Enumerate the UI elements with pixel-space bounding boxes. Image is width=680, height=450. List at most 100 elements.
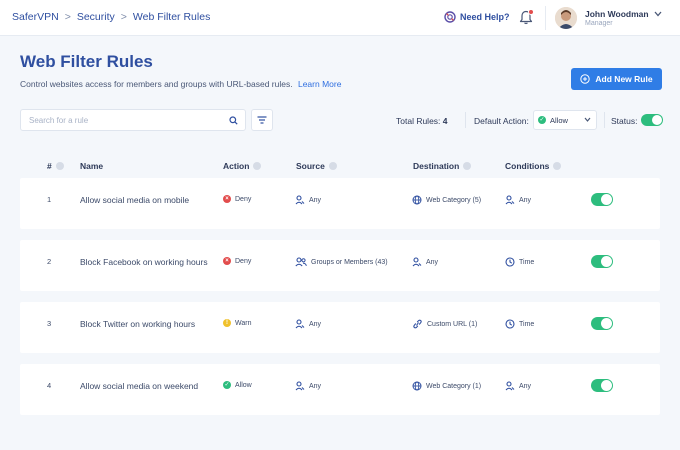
rule-condition: Any (505, 195, 531, 205)
rule-source-label: Any (309, 320, 322, 328)
user-icon (295, 319, 305, 329)
rule-destination-label: Web Category (5) (426, 196, 482, 204)
rule-condition-label: Any (519, 196, 532, 204)
rule-destination: Any (412, 257, 438, 267)
rule-condition-label: Any (519, 382, 532, 390)
page-title: Web Filter Rules (20, 52, 153, 71)
rule-action: × Deny (223, 257, 251, 265)
rule-destination: Web Category (5) (412, 195, 481, 205)
check-circle-icon: ✓ (538, 116, 546, 124)
column-header-label: Destination (413, 161, 460, 171)
info-icon (55, 162, 64, 170)
rule-destination: Web Category (1) (412, 381, 481, 391)
rule-condition-label: Time (519, 320, 535, 328)
info-icon (253, 162, 262, 170)
total-rules: Total Rules: 4 (396, 116, 448, 126)
info-icon (553, 162, 562, 170)
default-action-select[interactable]: ✓ Allow (533, 110, 597, 130)
user-role: Manager (585, 20, 613, 27)
breadcrumb-separator: > (120, 11, 127, 23)
table-row[interactable]: 2 Block Facebook on working hours × Deny… (20, 240, 660, 291)
learn-more-link[interactable]: Learn More (298, 79, 341, 89)
user-icon (505, 381, 515, 391)
column-header-destination[interactable]: Destination (413, 161, 472, 171)
user-icon (295, 381, 305, 391)
rule-destination-label: Web Category (1) (426, 382, 482, 390)
rule-enabled-toggle[interactable] (591, 379, 613, 392)
rule-source: Any (295, 381, 321, 391)
rule-action: ✓ Allow (223, 381, 252, 389)
avatar[interactable] (555, 7, 577, 29)
rule-action-label: Warn (235, 319, 252, 327)
table-row[interactable]: 1 Allow social media on mobile × Deny An… (20, 178, 660, 229)
rule-source: Any (295, 195, 321, 205)
status-toggle[interactable] (641, 114, 663, 126)
rule-name[interactable]: Allow social media on weekend (80, 381, 198, 391)
row-number: 4 (47, 381, 52, 390)
group-icon (295, 257, 307, 267)
notification-badge (528, 9, 534, 15)
lifebuoy-icon (444, 11, 456, 23)
add-new-rule-button[interactable]: Add New Rule (571, 68, 662, 90)
toggle-knob (652, 115, 662, 125)
rule-name[interactable]: Block Facebook on working hours (80, 257, 208, 267)
rule-destination-label: Custom URL (1) (427, 320, 478, 328)
clock-icon (505, 319, 515, 329)
filter-icon (257, 116, 267, 124)
page-description-text: Control websites access for members and … (20, 79, 293, 89)
globe-icon (412, 381, 422, 391)
rule-action: × Deny (223, 195, 251, 203)
rule-condition-label: Time (519, 258, 535, 266)
rule-action-label: Deny (235, 195, 252, 203)
info-icon (463, 162, 472, 170)
rule-action-label: Allow (235, 381, 252, 389)
clock-icon (505, 257, 515, 267)
info-icon (328, 162, 337, 170)
notifications-button[interactable] (519, 9, 534, 30)
rule-destination-label: Any (426, 258, 439, 266)
link-icon (413, 319, 422, 329)
topbar-divider (545, 6, 546, 30)
rule-enabled-toggle[interactable] (591, 317, 613, 330)
rule-condition: Time (505, 319, 534, 329)
top-bar: SaferVPN > Security > Web Filter Rules N… (0, 0, 680, 36)
rule-source: Any (295, 319, 321, 329)
column-header-action[interactable]: Action (223, 161, 262, 171)
breadcrumb-separator: > (64, 11, 71, 23)
search-icon[interactable] (229, 116, 238, 125)
need-help-label: Need Help? (460, 12, 510, 22)
column-header-source[interactable]: Source (296, 161, 337, 171)
globe-icon (412, 195, 422, 205)
rule-source: Groups or Members (43) (295, 257, 388, 267)
default-action-label: Default Action: (474, 116, 529, 126)
deny-icon: × (223, 257, 231, 265)
rule-enabled-toggle[interactable] (591, 193, 613, 206)
search-box (20, 109, 246, 131)
rule-name[interactable]: Block Twitter on working hours (80, 319, 195, 329)
table-row[interactable]: 3 Block Twitter on working hours ! Warn … (20, 302, 660, 353)
toggle-knob (601, 318, 612, 329)
user-name[interactable]: John Woodman (585, 9, 649, 19)
column-header-name[interactable]: Name (80, 161, 103, 171)
toggle-knob (601, 194, 612, 205)
column-header-conditions[interactable]: Conditions (505, 161, 562, 171)
table-row[interactable]: 4 Allow social media on weekend ✓ Allow … (20, 364, 660, 415)
filter-button[interactable] (251, 109, 273, 131)
toggle-knob (601, 380, 612, 391)
column-header-number[interactable]: # (47, 161, 64, 171)
rule-enabled-toggle[interactable] (591, 255, 613, 268)
status-label: Status: (611, 116, 638, 126)
search-input[interactable] (21, 110, 211, 131)
check-circle-icon: ✓ (223, 381, 231, 389)
breadcrumb-item-safervpn[interactable]: SaferVPN (12, 11, 59, 23)
add-new-rule-label: Add New Rule (595, 74, 653, 84)
plus-circle-icon (580, 74, 591, 84)
rule-name[interactable]: Allow social media on mobile (80, 195, 189, 205)
warning-icon: ! (223, 319, 231, 327)
need-help-button[interactable]: Need Help? (444, 11, 510, 23)
row-number: 3 (47, 319, 52, 328)
breadcrumb-item-security[interactable]: Security (77, 11, 115, 23)
default-action-value: Allow (550, 115, 568, 125)
column-header-label: # (47, 161, 52, 171)
chevron-down-icon[interactable] (654, 11, 662, 17)
